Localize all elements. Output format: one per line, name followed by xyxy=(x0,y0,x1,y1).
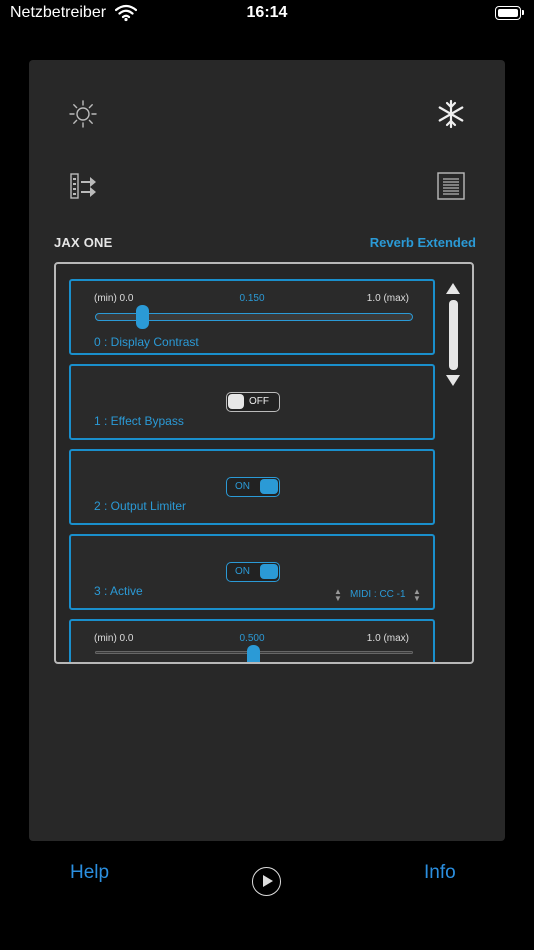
sun-icon[interactable] xyxy=(67,98,99,130)
toggle-state: OFF xyxy=(249,396,269,407)
parameter-list[interactable]: (min) 0.0 0.150 1.0 (max) 0 : Display Co… xyxy=(54,262,474,664)
snowflake-icon[interactable] xyxy=(435,98,467,130)
bypass-toggle[interactable]: OFF xyxy=(226,392,280,412)
toggle-state: ON xyxy=(235,566,250,577)
toggle-knob xyxy=(260,564,278,579)
help-button[interactable]: Help xyxy=(70,862,109,884)
status-time: 16:14 xyxy=(246,4,288,21)
toggle-knob xyxy=(228,394,244,409)
toggle-knob xyxy=(260,479,278,494)
midi-assignment[interactable]: MIDI : CC -1 xyxy=(350,589,406,600)
param-label: 0 : Display Contrast xyxy=(94,335,199,349)
list-icon[interactable] xyxy=(435,170,467,202)
param-effect-bypass[interactable]: OFF 1 : Effect Bypass xyxy=(69,364,435,440)
range-max-label: 1.0 (max) xyxy=(366,293,409,304)
midi-stepper-icon[interactable]: ▲ ▼ xyxy=(334,588,342,603)
param-label: 1 : Effect Bypass xyxy=(94,414,184,428)
battery-icon xyxy=(495,6,521,20)
param-output-limiter[interactable]: ON 2 : Output Limiter xyxy=(69,449,435,525)
active-toggle[interactable]: ON xyxy=(226,562,280,582)
scroll-up-arrow-icon[interactable] xyxy=(446,283,460,294)
param-label: 3 : Active xyxy=(94,584,143,598)
param-label: 2 : Output Limiter xyxy=(94,499,187,513)
limiter-toggle[interactable]: ON xyxy=(226,477,280,497)
plugin-panel: JAX ONE Reverb Extended (min) 0.0 0.150 … xyxy=(29,60,505,841)
range-max-label: 1.0 (max) xyxy=(366,633,409,644)
preset-name[interactable]: Reverb Extended xyxy=(370,235,476,250)
slider-thumb[interactable] xyxy=(135,305,149,329)
midi-stepper-icon[interactable]: ▲ ▼ xyxy=(413,588,421,603)
toggle-state: ON xyxy=(235,481,250,492)
plugin-name: JAX ONE xyxy=(54,235,113,250)
scroll-thumb[interactable] xyxy=(449,300,458,370)
status-bar: Netzbetreiber 16:14 xyxy=(0,0,534,30)
battery-tip xyxy=(522,10,524,15)
param-active[interactable]: ON 3 : Active ▲ ▼ MIDI : CC -1 ▲ ▼ xyxy=(69,534,435,610)
param-display-contrast[interactable]: (min) 0.0 0.150 1.0 (max) 0 : Display Co… xyxy=(69,279,435,355)
play-icon[interactable] xyxy=(252,867,281,896)
routing-icon[interactable] xyxy=(67,170,99,202)
param-slider-next[interactable]: (min) 0.0 0.500 1.0 (max) xyxy=(69,619,435,662)
slider-thumb[interactable] xyxy=(246,645,260,662)
scroll-down-arrow-icon[interactable] xyxy=(446,375,460,386)
info-button[interactable]: Info xyxy=(424,862,456,884)
